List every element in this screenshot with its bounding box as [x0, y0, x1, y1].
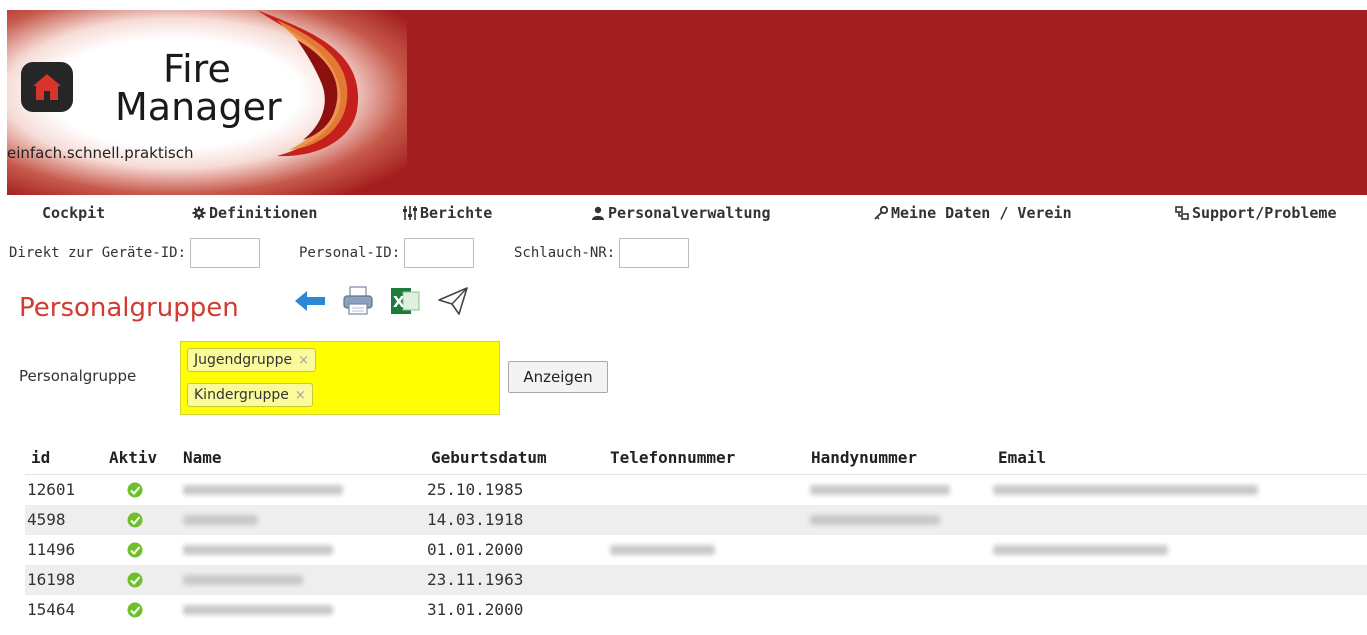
print-button[interactable] [341, 284, 375, 318]
support-icon [1175, 206, 1189, 220]
redacted-name [183, 515, 258, 525]
excel-icon: X [391, 288, 420, 314]
home-icon [33, 74, 61, 100]
cell-id: 12601 [27, 480, 76, 499]
cell-id: 16198 [27, 570, 76, 589]
selected-tag-kindergruppe: Kindergruppe × [187, 383, 313, 407]
table-header: id Aktiv Name Geburtsdatum Telefonnummer… [25, 444, 1367, 474]
col-header-email[interactable]: Email [998, 448, 1046, 467]
nav-label: Personalverwaltung [608, 204, 771, 222]
redacted-email [993, 545, 1168, 555]
cell-id: 4598 [27, 510, 66, 529]
col-header-name[interactable]: Name [183, 448, 222, 467]
tag-label: Kindergruppe [194, 387, 289, 403]
nav-label: Support/Probleme [1192, 204, 1337, 222]
remove-tag-icon[interactable]: × [295, 388, 306, 403]
person-id-search: Personal-ID: [299, 238, 475, 268]
sliders-icon [403, 206, 417, 220]
person-id-input[interactable] [404, 238, 475, 268]
table-row[interactable]: 16198 23.11.1963 [25, 565, 1367, 595]
cell-id: 11496 [27, 540, 76, 559]
redacted-name [183, 605, 333, 615]
nav-label: Cockpit [42, 204, 106, 222]
nav-definitionen[interactable]: Definitionen [192, 204, 317, 222]
nav-personalverwaltung[interactable]: Personalverwaltung [591, 204, 771, 222]
person-icon [592, 206, 604, 220]
logo-line2: Manager [115, 85, 282, 129]
nav-cockpit[interactable]: Cockpit [42, 204, 105, 222]
back-button[interactable] [293, 284, 327, 318]
redacted-name [183, 545, 333, 555]
back-arrow-icon [295, 291, 325, 311]
show-button[interactable]: Anzeigen [508, 361, 608, 393]
person-id-label: Personal-ID: [299, 245, 401, 261]
cell-id: 15464 [27, 600, 76, 619]
nav-label: Berichte [420, 204, 493, 222]
redacted-handynummer [810, 485, 950, 495]
active-check-icon [127, 512, 143, 528]
send-button[interactable] [436, 284, 470, 318]
redacted-handynummer [810, 515, 940, 525]
redacted-email [993, 485, 1258, 495]
col-header-geburtsdatum[interactable]: Geburtsdatum [431, 448, 547, 467]
header-banner: Fire Manager einfach.schnell.praktisch [7, 10, 1367, 195]
nav-berichte[interactable]: Berichte [403, 204, 492, 222]
redacted-telefonnummer [610, 545, 715, 555]
logo-line1: Fire [163, 47, 231, 91]
nav-label: Definitionen [209, 204, 318, 222]
send-icon [438, 287, 468, 315]
tag-label: Jugendgruppe [194, 352, 293, 368]
remove-tag-icon[interactable]: × [298, 353, 309, 368]
nav-meine-daten[interactable]: Meine Daten / Verein [874, 204, 1072, 222]
device-id-input[interactable] [190, 238, 261, 268]
table-row[interactable]: 12601 25.10.1985 [25, 475, 1367, 505]
personalgruppe-select[interactable]: Jugendgruppe × Kindergruppe × [180, 341, 500, 415]
table-row[interactable]: 11496 01.01.2000 [25, 535, 1367, 565]
active-check-icon [127, 482, 143, 498]
device-id-label: Direkt zur Geräte-ID: [9, 245, 187, 261]
col-header-handynummer[interactable]: Handynummer [811, 448, 917, 467]
selected-tag-jugendgruppe: Jugendgruppe × [187, 348, 317, 372]
col-header-telefonnummer[interactable]: Telefonnummer [610, 448, 735, 467]
excel-export-button[interactable]: X [388, 284, 422, 318]
cell-geburtsdatum: 23.11.1963 [427, 570, 524, 589]
active-check-icon [127, 542, 143, 558]
page-title: Personalgruppen [19, 293, 239, 323]
print-icon [343, 286, 373, 315]
table-row[interactable]: 15464 31.01.2000 [25, 595, 1367, 625]
filter-label: Personalgruppe [19, 367, 137, 385]
hose-number-search: Schlauch-NR: [514, 238, 690, 268]
key-icon [874, 206, 888, 220]
nav-support[interactable]: Support/Probleme [1175, 204, 1337, 222]
redacted-name [183, 575, 303, 585]
home-button[interactable] [21, 62, 73, 112]
cell-geburtsdatum: 14.03.1918 [427, 510, 524, 529]
col-header-id[interactable]: id [31, 448, 50, 467]
svg-text:X: X [393, 293, 405, 311]
gear-icon [192, 206, 206, 220]
cell-geburtsdatum: 25.10.1985 [427, 480, 524, 499]
active-check-icon [127, 602, 143, 618]
slogan: einfach.schnell.praktisch [7, 144, 194, 162]
quick-search-bar: Direkt zur Geräte-ID: Personal-ID: Schla… [0, 236, 730, 270]
main-nav: Cockpit Definitionen Berichte Personalve… [0, 200, 1367, 230]
col-header-aktiv[interactable]: Aktiv [109, 448, 157, 467]
nav-label: Meine Daten / Verein [891, 204, 1072, 222]
redacted-name [183, 485, 343, 495]
active-check-icon [127, 572, 143, 588]
cell-geburtsdatum: 01.01.2000 [427, 540, 524, 559]
app-logo: Fire Manager [115, 50, 282, 126]
cell-geburtsdatum: 31.01.2000 [427, 600, 524, 619]
table-row[interactable]: 4598 14.03.1918 [25, 505, 1367, 535]
device-id-search: Direkt zur Geräte-ID: [9, 238, 261, 268]
hose-number-input[interactable] [619, 238, 690, 268]
hose-number-label: Schlauch-NR: [514, 245, 616, 261]
